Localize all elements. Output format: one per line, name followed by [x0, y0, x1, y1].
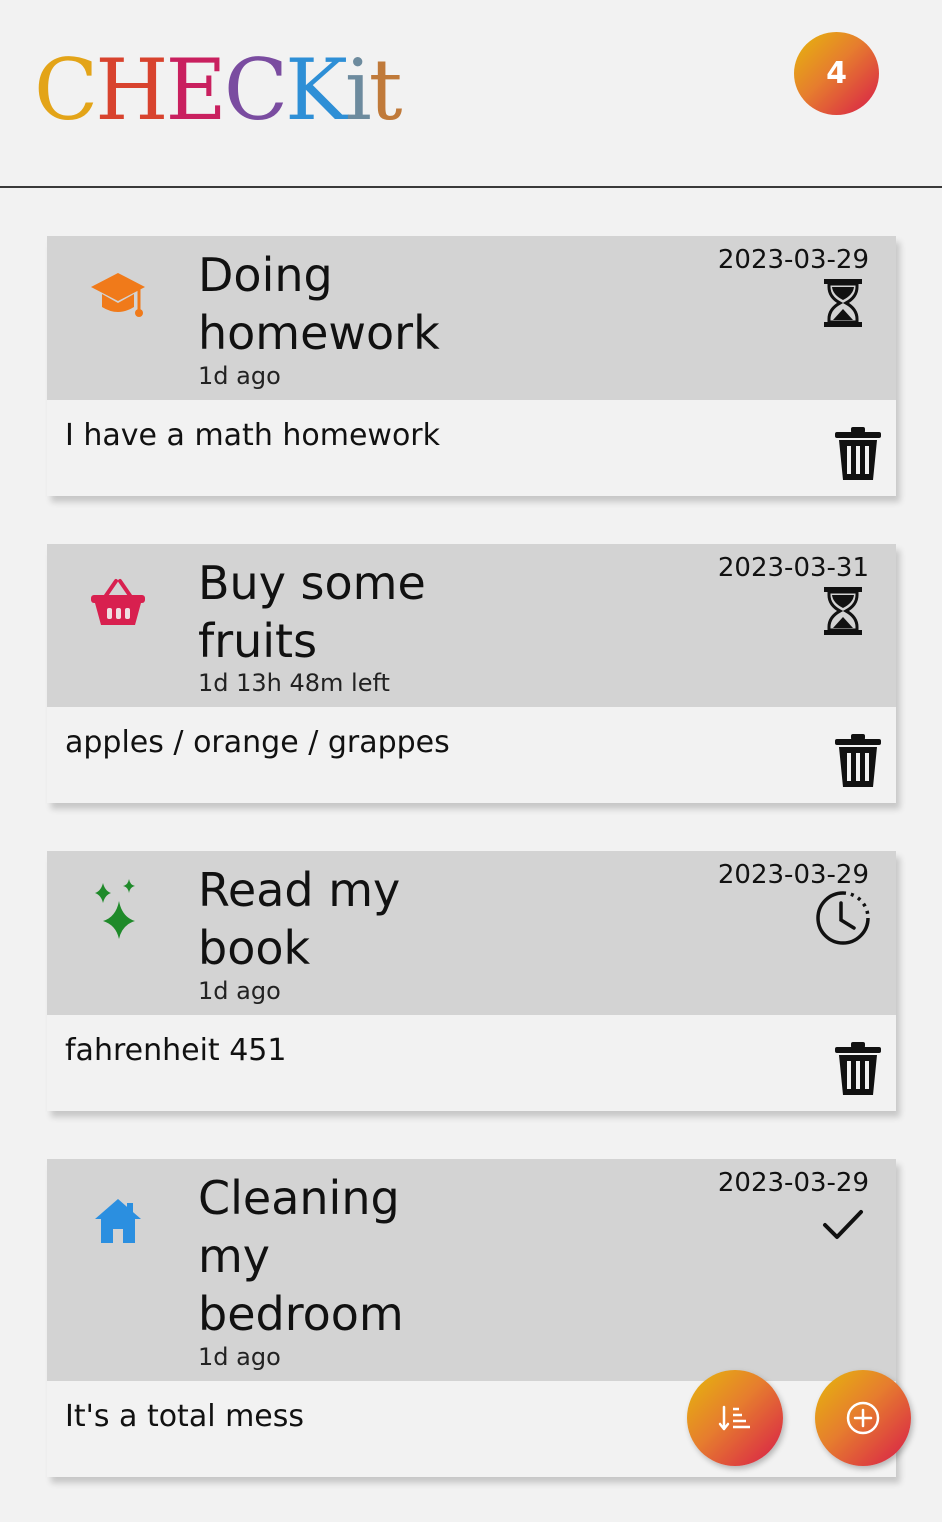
- sort-button[interactable]: [687, 1370, 783, 1466]
- logo-letter: C: [223, 41, 288, 139]
- task-card[interactable]: Doing homework 1d ago 2023-03-29 I have …: [47, 236, 896, 496]
- logo-letter: i: [344, 41, 372, 139]
- task-date: 2023-03-29: [717, 1168, 869, 1198]
- task-card-header: Cleaning my bedroom 1d ago 2023-03-29: [47, 1159, 896, 1381]
- task-time: 1d ago: [198, 1343, 281, 1371]
- logo-letter: K: [285, 41, 348, 139]
- logo-letter: C: [34, 41, 98, 139]
- task-description: I have a math homework: [65, 418, 441, 453]
- trash-icon: [835, 734, 881, 787]
- sparkles-icon: [87, 879, 149, 941]
- app-logo: CHECKit: [34, 40, 403, 140]
- task-title: Doing homework: [198, 248, 440, 360]
- logo-letter: E: [165, 41, 227, 139]
- task-card[interactable]: Buy some fruits 1d 13h 48m left 2023-03-…: [47, 544, 896, 803]
- add-circle-icon: [846, 1401, 880, 1435]
- add-task-button[interactable]: [815, 1370, 911, 1466]
- basket-icon: [87, 572, 149, 634]
- delete-task-button[interactable]: [834, 1041, 882, 1097]
- delete-task-button[interactable]: [834, 733, 882, 789]
- task-title: Buy some fruits: [198, 556, 426, 668]
- trash-icon: [835, 427, 881, 480]
- graduation-cap-icon: [87, 264, 149, 326]
- task-date: 2023-03-29: [717, 245, 869, 275]
- checkmark-icon[interactable]: [820, 1205, 866, 1245]
- delete-task-button[interactable]: [834, 426, 882, 482]
- task-title: Cleaning my bedroom: [198, 1171, 404, 1341]
- hourglass-icon[interactable]: [820, 276, 866, 330]
- task-date: 2023-03-31: [717, 553, 869, 583]
- task-card-body: apples / orange / grappes: [47, 707, 896, 803]
- clock-icon[interactable]: [814, 889, 872, 947]
- task-time: 1d ago: [198, 362, 281, 390]
- task-card-body: fahrenheit 451: [47, 1015, 896, 1111]
- task-description: apples / orange / grappes: [65, 725, 450, 760]
- task-description: It's a total mess: [65, 1399, 305, 1434]
- logo-letter: H: [95, 41, 168, 139]
- task-card-header: Buy some fruits 1d 13h 48m left 2023-03-…: [47, 544, 896, 707]
- task-card-header: Doing homework 1d ago 2023-03-29: [47, 236, 896, 400]
- task-card-header: Read my book 1d ago 2023-03-29: [47, 851, 896, 1015]
- task-description: fahrenheit 451: [65, 1033, 287, 1068]
- app-header: CHECKit 4: [0, 0, 942, 188]
- task-count-badge: 4: [794, 32, 879, 115]
- hourglass-icon[interactable]: [820, 584, 866, 638]
- task-card[interactable]: Read my book 1d ago 2023-03-29 fahrenhei…: [47, 851, 896, 1111]
- house-icon: [87, 1189, 149, 1251]
- sort-icon: [718, 1405, 750, 1431]
- task-date: 2023-03-29: [717, 860, 869, 890]
- task-title: Read my book: [198, 863, 401, 975]
- task-time: 1d 13h 48m left: [198, 669, 390, 697]
- task-time: 1d ago: [198, 977, 281, 1005]
- logo-letter: t: [368, 41, 403, 139]
- trash-icon: [835, 1042, 881, 1095]
- task-card-body: I have a math homework: [47, 400, 896, 496]
